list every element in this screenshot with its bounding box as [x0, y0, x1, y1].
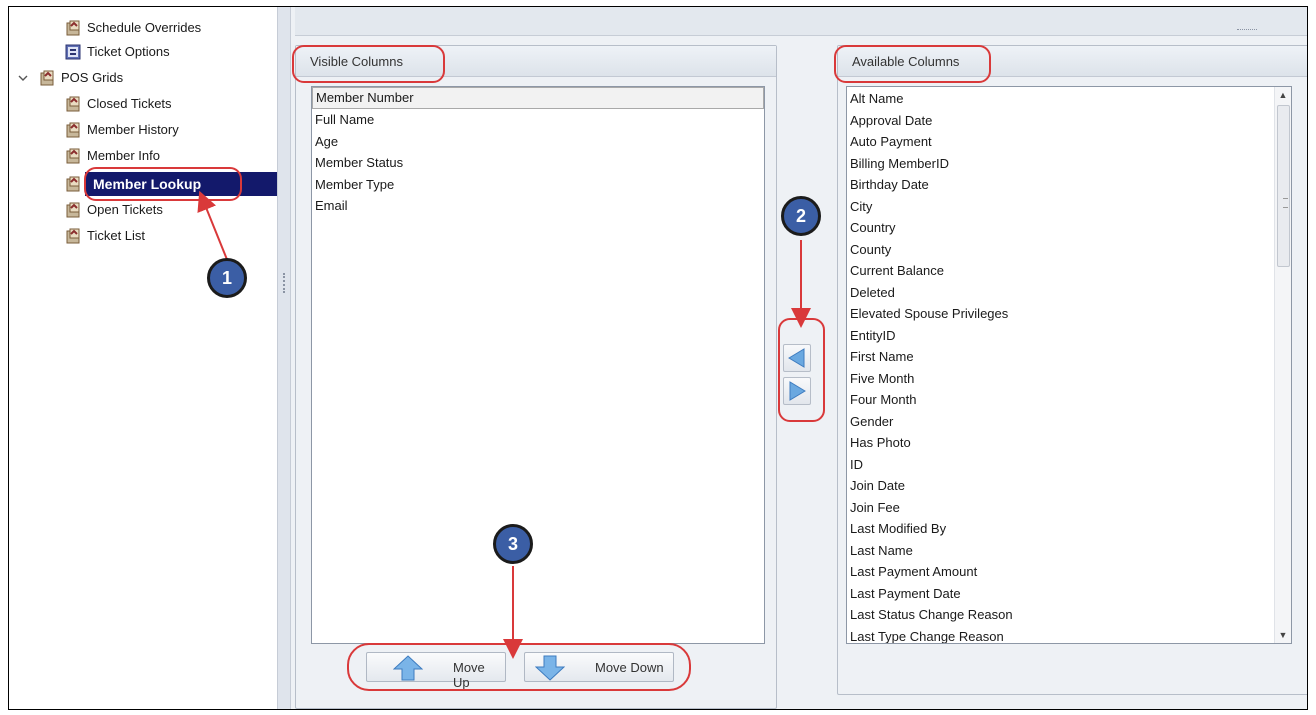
list-item[interactable]: Age	[312, 131, 764, 153]
move-down-label: Move Down	[595, 660, 664, 675]
resize-grip[interactable]	[1237, 29, 1257, 30]
report-icon	[66, 202, 80, 218]
list-item[interactable]: Join Date	[847, 475, 1291, 497]
application-window: Schedule Overrides Ticket Options POS Gr…	[8, 6, 1308, 710]
report-icon	[66, 228, 80, 244]
panel-splitter[interactable]	[277, 7, 291, 709]
arrow-up-icon	[393, 655, 423, 681]
arrow-left-icon	[788, 348, 805, 368]
report-icon	[66, 122, 80, 138]
chevron-down-icon[interactable]	[17, 72, 29, 84]
list-item[interactable]: Four Month	[847, 389, 1291, 411]
available-columns-scrollbar[interactable]: ▲ ▼	[1274, 87, 1291, 643]
visible-columns-list[interactable]: Member Number Full Name Age Member Status Me…	[311, 86, 765, 644]
available-columns-group: Available Columns Alt Name Approval Date A…	[837, 45, 1307, 695]
scroll-down-icon[interactable]: ▼	[1275, 627, 1291, 643]
list-item[interactable]: Last Payment Amount	[847, 561, 1291, 583]
move-to-visible-button[interactable]	[783, 344, 811, 372]
list-item[interactable]: Country	[847, 217, 1291, 239]
report-icon	[66, 148, 80, 164]
splitter-grip[interactable]	[283, 273, 287, 293]
available-columns-header: Available Columns	[838, 46, 1307, 77]
list-item[interactable]: Last Payment Date	[847, 583, 1291, 605]
available-columns-title: Available Columns	[852, 54, 960, 69]
list-item[interactable]: Auto Payment	[847, 131, 1291, 153]
tree-item-label-selected: Member Lookup	[93, 176, 202, 192]
column-editor-panel: Visible Columns Member Number Full Name Ag…	[291, 7, 1307, 709]
tree-item-label: POS Grids	[61, 70, 124, 85]
list-item[interactable]: Alt Name	[847, 88, 1291, 110]
tree-item-label: Member Info	[87, 148, 160, 163]
tree-item-pos-grids[interactable]: POS Grids	[17, 67, 147, 89]
list-item[interactable]: City	[847, 196, 1291, 218]
list-item[interactable]: Email	[312, 195, 764, 217]
visible-columns-header: Visible Columns	[296, 46, 776, 77]
visible-columns-group: Visible Columns Member Number Full Name Ag…	[295, 45, 777, 709]
tree-item-label: Closed Tickets	[87, 96, 172, 111]
tree-item-label: Ticket Options	[87, 44, 170, 59]
list-item[interactable]: First Name	[847, 346, 1291, 368]
list-item[interactable]: Member Type	[312, 174, 764, 196]
list-item[interactable]: Approval Date	[847, 110, 1291, 132]
move-up-label: Move Up	[453, 660, 485, 690]
tree-item-label: Schedule Overrides	[87, 20, 202, 35]
list-item[interactable]: Last Name	[847, 540, 1291, 562]
list-item[interactable]: Member Status	[312, 152, 764, 174]
list-item[interactable]: Join Fee	[847, 497, 1291, 519]
settings-tree: Schedule Overrides Ticket Options POS Gr…	[9, 7, 277, 709]
visible-columns-title: Visible Columns	[310, 54, 403, 69]
scroll-thumb[interactable]	[1277, 105, 1290, 267]
list-item[interactable]: Has Photo	[847, 432, 1291, 454]
move-down-button[interactable]: Move Down	[524, 652, 674, 682]
move-to-available-button[interactable]	[783, 377, 811, 405]
list-item[interactable]: Gender	[847, 411, 1291, 433]
list-item[interactable]: Elevated Spouse Privileges	[847, 303, 1291, 325]
tree-item-label: Open Tickets	[87, 202, 163, 217]
report-icon	[66, 96, 80, 112]
list-item[interactable]: Birthday Date	[847, 174, 1291, 196]
arrow-right-icon	[789, 381, 806, 401]
available-columns-list[interactable]: Alt Name Approval Date Auto Payment Billing…	[846, 86, 1292, 644]
tree-item-label: Ticket List	[87, 228, 146, 243]
list-item[interactable]: Billing MemberID	[847, 153, 1291, 175]
arrow-down-icon	[535, 655, 565, 681]
list-item[interactable]: Last Modified By	[847, 518, 1291, 540]
list-item[interactable]: Deleted	[847, 282, 1291, 304]
list-item[interactable]: Current Balance	[847, 260, 1291, 282]
report-icon	[66, 176, 80, 192]
scroll-up-icon[interactable]: ▲	[1275, 87, 1291, 103]
list-item[interactable]: EntityID	[847, 325, 1291, 347]
list-item[interactable]: County	[847, 239, 1291, 261]
list-item[interactable]: Last Status Change Reason	[847, 604, 1291, 626]
move-up-button[interactable]: Move Up	[366, 652, 506, 690]
list-item[interactable]: Member Number	[312, 87, 764, 109]
top-toolbar-strip	[295, 7, 1307, 36]
list-item[interactable]: ID	[847, 454, 1291, 476]
report-icon	[66, 20, 80, 36]
options-icon	[65, 44, 81, 60]
list-item[interactable]: Five Month	[847, 368, 1291, 390]
tree-item-label: Member History	[87, 122, 179, 137]
report-icon	[40, 70, 54, 86]
list-item[interactable]: Last Type Change Reason	[847, 626, 1291, 644]
list-item[interactable]: Full Name	[312, 109, 764, 131]
